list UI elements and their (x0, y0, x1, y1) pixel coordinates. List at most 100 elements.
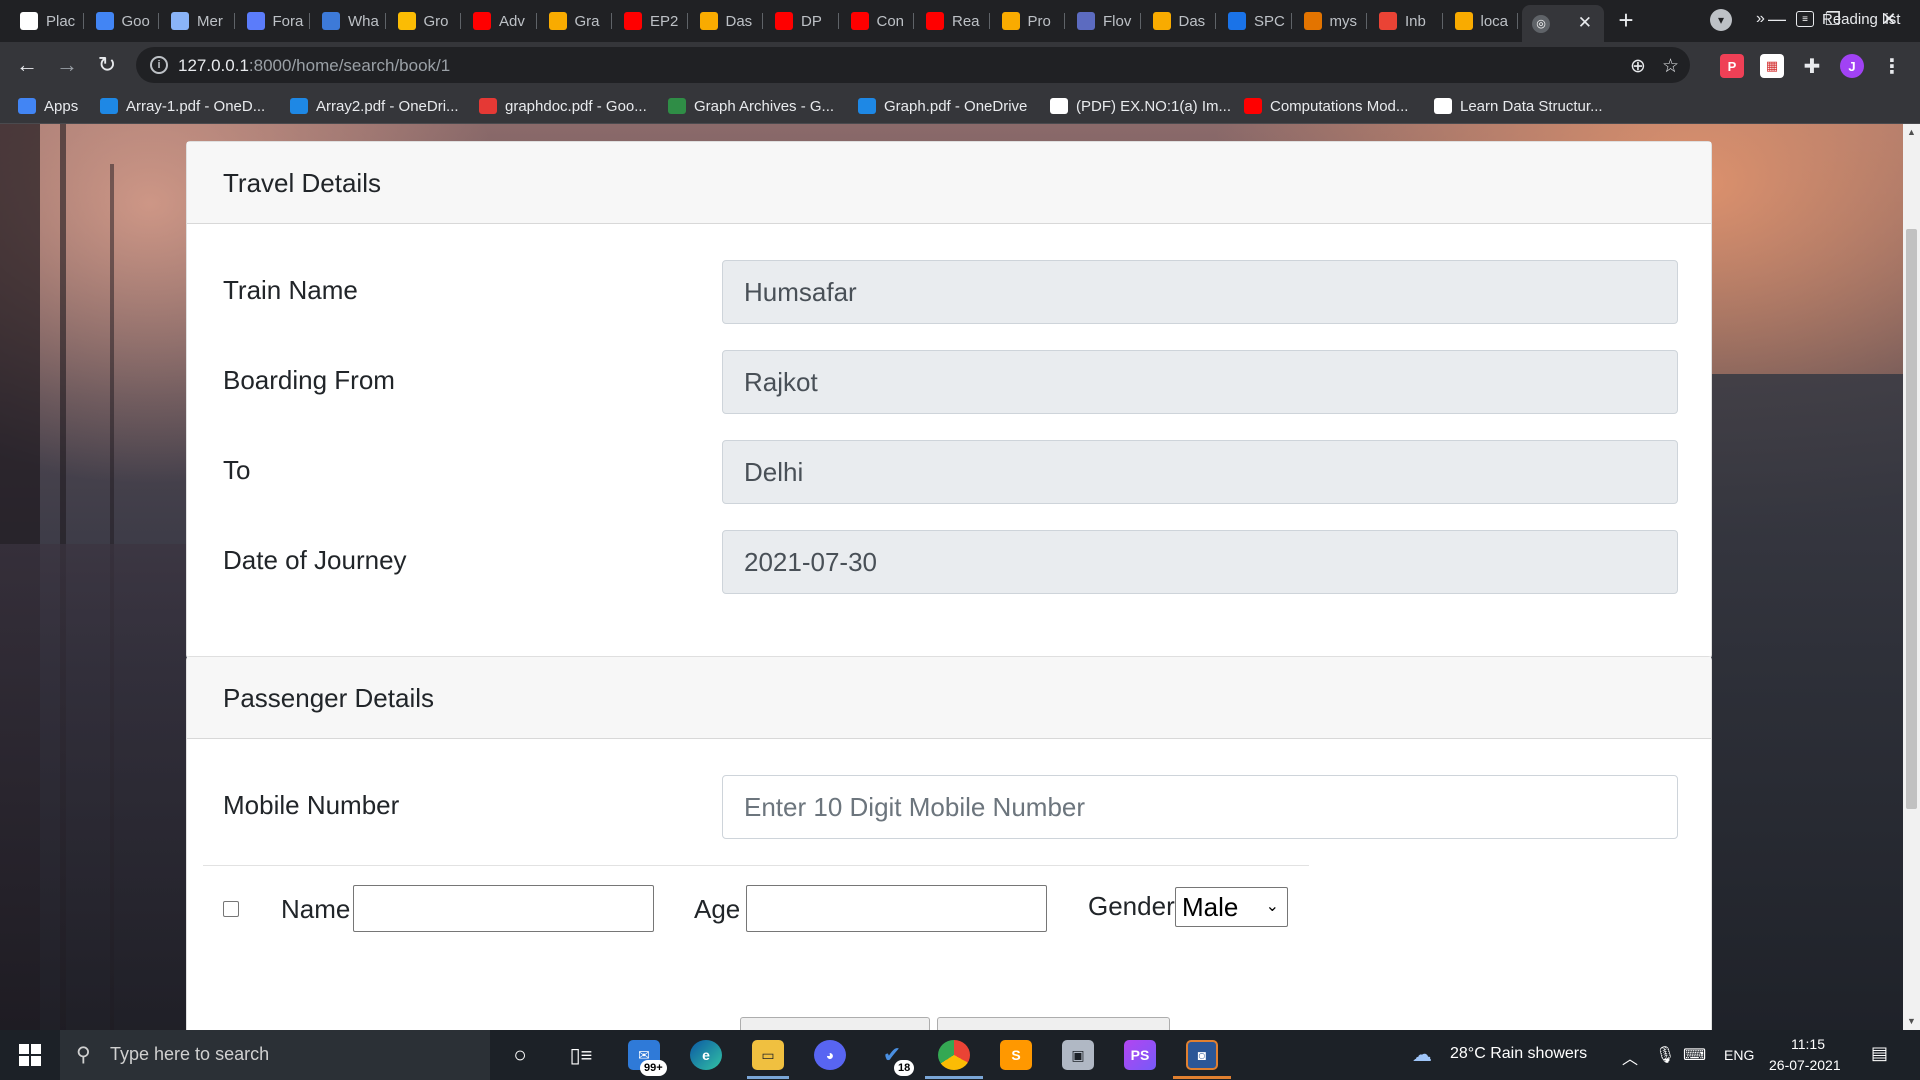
taskbar-search-box[interactable]: ⚲ Type here to search (60, 1030, 490, 1080)
forward-button[interactable]: → (52, 50, 82, 80)
mobile-number-input[interactable] (722, 775, 1678, 839)
todo-badge: 18 (894, 1060, 915, 1076)
discord-icon[interactable]: ◕ (814, 1040, 846, 1070)
gender-label: Gender (1088, 891, 1175, 921)
scrollbar-thumb[interactable] (1906, 229, 1917, 809)
reload-button[interactable]: ↻ (92, 50, 122, 80)
passenger-select-checkbox[interactable] (223, 901, 239, 917)
gender-select[interactable]: Male ⌄ (1175, 887, 1288, 927)
extensions-puzzle-icon[interactable]: ✚ (1800, 54, 1824, 78)
bookmark-item[interactable]: (PDF) EX.NO:1(a) Im... (1050, 96, 1231, 116)
start-button[interactable] (0, 1030, 60, 1080)
passenger-name-input[interactable] (353, 885, 654, 932)
task-view-icon[interactable]: ▯≡ (565, 1040, 597, 1070)
tab-active[interactable]: ◎ ✕ (1522, 5, 1604, 42)
photos-icon[interactable]: ▣ (1062, 1040, 1094, 1070)
tab-separator (309, 13, 310, 29)
tab-search-icon[interactable]: ▾ (1710, 9, 1732, 31)
weather-text[interactable]: 28°C Rain showers (1450, 1045, 1587, 1063)
bookmark-item[interactable]: Graph.pdf - OneDrive (858, 96, 1027, 116)
tab-separator (988, 13, 990, 29)
sublime-text-icon[interactable]: S (1000, 1040, 1032, 1070)
language-indicator[interactable]: ENG (1724, 1047, 1754, 1063)
active-app-indicator (1173, 1076, 1231, 1079)
browser-tab[interactable]: Das (690, 7, 763, 35)
more-bookmarks-button[interactable]: » (1756, 9, 1765, 29)
microphone-icon[interactable]: 🎙 (1655, 1045, 1675, 1065)
browser-tab[interactable]: Gra (539, 7, 612, 35)
browser-tab[interactable]: Gro (388, 7, 461, 35)
boarding-from-field[interactable]: Rajkot (722, 350, 1678, 414)
back-button[interactable]: ← (12, 50, 42, 80)
extension-icon[interactable]: ▦ (1760, 54, 1784, 78)
notifications-icon[interactable]: ▤ (1871, 1043, 1888, 1064)
browser-tab[interactable]: Pro (992, 7, 1065, 35)
mail-badge: 99+ (640, 1060, 667, 1076)
browser-tab[interactable]: Adv (463, 7, 537, 35)
browser-tab[interactable]: Inb (1369, 7, 1443, 35)
browser-tab[interactable]: Mer (161, 7, 235, 35)
passenger-age-input[interactable] (746, 885, 1047, 932)
close-tab-icon[interactable]: ✕ (1578, 13, 1592, 33)
tab-label: Fora (272, 12, 304, 30)
reset-button[interactable] (937, 1017, 1170, 1030)
taskbar-search-placeholder: Type here to search (110, 1044, 270, 1064)
scroll-down-arrow-icon[interactable]: ▼ (1903, 1013, 1920, 1030)
date-of-journey-field[interactable]: 2021-07-30 (722, 530, 1678, 594)
train-name-field[interactable]: Humsafar (722, 260, 1678, 324)
browser-tab[interactable]: Rea (916, 7, 990, 35)
warning-icon (1454, 12, 1473, 30)
browser-tab[interactable]: mys (1294, 7, 1367, 35)
show-hidden-icons-icon[interactable]: ︿ (1622, 1045, 1638, 1069)
new-tab-button[interactable]: + (1612, 6, 1640, 34)
url-text[interactable]: 127.0.0.1:8000/home/search/book/1 (178, 56, 450, 76)
bookmark-star-icon[interactable]: ☆ (1662, 55, 1679, 78)
bookmark-item[interactable]: Graph Archives - G... (668, 96, 834, 116)
browser-tab[interactable]: SPC (1218, 7, 1292, 35)
browser-tab[interactable]: Flov (1067, 7, 1141, 35)
bookmark-item[interactable]: graphdoc.pdf - Goo... (479, 96, 647, 116)
cortana-icon[interactable]: ○ (504, 1040, 536, 1070)
to-field[interactable]: Delhi (722, 440, 1678, 504)
bookmark-label: Apps (44, 97, 79, 115)
reading-list-button[interactable]: ≡ Reading list (1796, 9, 1900, 29)
browser-tab[interactable]: loca (1445, 7, 1518, 35)
browser-tab[interactable]: DP (765, 7, 839, 35)
address-bar[interactable]: i 127.0.0.1:8000/home/search/book/1 ⊕ ☆ (136, 47, 1690, 83)
bookmark-item[interactable]: Array2.pdf - OneDri... (290, 96, 459, 116)
bookmark-item[interactable]: Computations Mod... (1244, 96, 1408, 116)
scroll-up-arrow-icon[interactable]: ▲ (1903, 124, 1920, 141)
browser-tab[interactable]: EP2 (614, 7, 688, 35)
pocket-extension-icon[interactable]: P (1720, 54, 1744, 78)
page-scrollbar[interactable]: ▲ ▼ (1903, 124, 1920, 1030)
clock-time[interactable]: 11:15 (1791, 1036, 1825, 1052)
chrome-icon[interactable] (938, 1040, 970, 1070)
bookmark-item[interactable]: Array-1.pdf - OneD... (100, 96, 265, 116)
keyboard-icon[interactable]: ⌨ (1683, 1045, 1706, 1065)
zoom-icon[interactable]: ⊕ (1630, 55, 1646, 78)
browser-tab[interactable]: Goo (86, 7, 159, 35)
browser-tab[interactable]: Con (841, 7, 914, 35)
google-drive-icon (95, 12, 114, 30)
tab-separator (535, 13, 537, 29)
vpn-app-icon[interactable]: ◙ (1186, 1040, 1218, 1070)
bookmark-item[interactable]: Apps (18, 96, 78, 116)
menu-kebab-icon[interactable]: ⋮ (1880, 54, 1904, 78)
submit-button[interactable] (740, 1017, 930, 1030)
reading-list-icon: ≡ (1796, 11, 1814, 27)
tab-label: Adv (499, 12, 525, 30)
browser-tab[interactable]: Plac (10, 7, 84, 35)
active-app-indicator (747, 1076, 789, 1079)
weather-icon[interactable]: ☁ (1412, 1042, 1432, 1067)
edge-browser-icon[interactable]: e (690, 1040, 722, 1070)
bookmark-item[interactable]: Learn Data Structur... (1434, 96, 1603, 116)
site-info-icon[interactable]: i (150, 56, 168, 74)
clock-date[interactable]: 26-07-2021 (1769, 1057, 1841, 1073)
phpstorm-icon[interactable]: PS (1124, 1040, 1156, 1070)
browser-tab[interactable]: Fora (237, 7, 310, 35)
profile-avatar[interactable]: J (1840, 54, 1864, 78)
file-explorer-icon[interactable]: ▭ (752, 1040, 784, 1070)
browser-tab[interactable]: Das (1143, 7, 1216, 35)
chevron-down-icon: ⌄ (1265, 898, 1279, 915)
browser-tab[interactable]: Wha (312, 7, 386, 35)
